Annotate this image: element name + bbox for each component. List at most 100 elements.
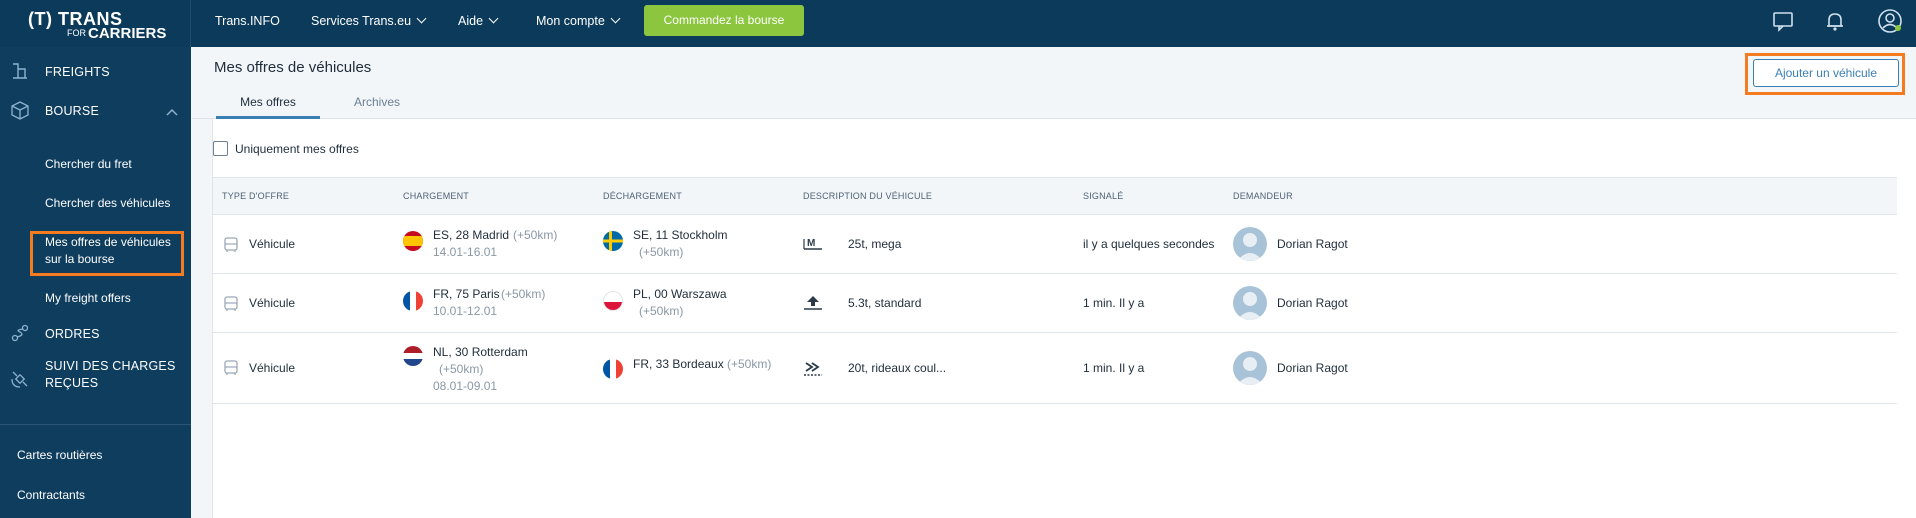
page-title: Mes offres de véhicules <box>214 59 372 76</box>
flag-pl-icon <box>603 291 623 311</box>
vehicle-description: 20t, rideaux coul... <box>848 361 947 375</box>
box-icon <box>11 101 29 120</box>
column-header[interactable]: CHARGEMENT <box>403 191 469 201</box>
sidebar-label: ORDRES <box>45 327 100 341</box>
unload-radius: (+50km) <box>639 304 684 318</box>
logo[interactable]: (T) TRANS FOR CARRIERS <box>0 0 191 47</box>
sidebar-label: REÇUES <box>45 376 99 390</box>
page-header: Mes offres de véhicules Mes offres Archi… <box>192 47 1916 119</box>
bus-icon <box>224 360 238 375</box>
load-radius: (+50km) <box>513 228 558 242</box>
nav-label: Trans.INFO <box>215 14 280 28</box>
sidebar-item-road-maps[interactable]: Cartes routières <box>17 448 102 462</box>
load-date: 14.01-16.01 <box>433 245 498 259</box>
sidebar-item-tracking[interactable]: SUIVI DES CHARGES REÇUES <box>0 357 191 397</box>
offer-type: Véhicule <box>249 296 296 310</box>
sidebar-item-search-vehicles[interactable]: Chercher des véhicules <box>45 196 170 210</box>
column-header[interactable]: DÉCHARGEMENT <box>603 191 682 201</box>
chevron-down-icon <box>416 13 427 24</box>
bus-icon <box>224 296 238 311</box>
sidebar-label: BOURSE <box>45 104 99 118</box>
bell-icon[interactable] <box>1822 8 1848 34</box>
sidebar-item-my-vehicle-offers[interactable]: Mes offres de véhicules <box>45 235 171 249</box>
unload-place: FR, 33 Bordeaux <box>633 357 724 371</box>
reported-time: 1 min. Il y a <box>1083 296 1145 310</box>
reported-time: il y a quelques secondes <box>1083 237 1215 251</box>
add-vehicle-button[interactable]: Ajouter un véhicule <box>1753 59 1899 87</box>
avatar[interactable] <box>1233 351 1267 385</box>
requester-name[interactable]: Dorian Ragot <box>1277 361 1348 375</box>
nav-mon-compte[interactable]: Mon compte <box>536 0 621 47</box>
sidebar-divider <box>0 424 191 425</box>
only-mine-checkbox[interactable] <box>213 141 228 156</box>
mega-icon: M <box>803 238 822 250</box>
sidebar-item-freights[interactable]: FREIGHTS <box>0 55 191 87</box>
load-date: 08.01-09.01 <box>433 379 498 393</box>
column-header[interactable]: DESCRIPTION DU VÉHICULE <box>803 191 932 201</box>
sidebar-item-bourse[interactable]: BOURSE <box>0 94 191 126</box>
sidebar-item-my-vehicle-offers-line2[interactable]: sur la bourse <box>45 252 114 266</box>
table-row[interactable]: Véhicule NL, 30 Rotterdam (+50km) 08.01-… <box>213 333 1897 404</box>
svg-text:M: M <box>807 238 815 249</box>
tab-my-offers[interactable]: Mes offres <box>216 95 320 119</box>
load-place: FR, 75 Paris <box>433 287 500 301</box>
avatar[interactable] <box>1233 286 1267 320</box>
flag-nl-icon <box>403 346 423 366</box>
chevron-down-icon <box>610 13 621 24</box>
standard-icon <box>804 296 822 310</box>
table-row[interactable]: Véhicule FR, 75 Paris (+50km) 10.01-12.0… <box>213 274 1897 333</box>
order-exchange-button[interactable]: Commandez la bourse <box>644 5 804 36</box>
unload-radius: (+50km) <box>727 357 772 371</box>
load-place: NL, 30 Rotterdam <box>433 345 528 359</box>
sidebar-item-ordres[interactable]: ORDRES <box>0 317 191 349</box>
satellite-icon <box>11 371 28 388</box>
nav-services[interactable]: Services Trans.eu <box>311 0 427 47</box>
main-content: Mes offres de véhicules Mes offres Archi… <box>192 47 1916 518</box>
column-header[interactable]: SIGNALÉ <box>1083 191 1123 201</box>
load-radius: (+50km) <box>501 287 546 301</box>
offers-panel: Uniquement mes offres TYPE D'OFFRE CHARG… <box>212 119 1916 518</box>
freight-icon <box>13 63 27 79</box>
flag-fr-icon <box>603 359 623 379</box>
logo-line3: CARRIERS <box>88 25 167 42</box>
only-mine-label: Uniquement mes offres <box>235 142 359 156</box>
load-place: ES, 28 Madrid <box>433 228 510 242</box>
nav-label: Mon compte <box>536 14 605 28</box>
column-header[interactable]: TYPE D'OFFRE <box>222 191 289 201</box>
requester-name[interactable]: Dorian Ragot <box>1277 296 1348 310</box>
flag-fr-icon <box>403 291 423 311</box>
route-icon <box>11 324 29 342</box>
flag-se-icon <box>603 231 623 251</box>
vehicle-description: 25t, mega <box>848 237 902 251</box>
logo-line2: FOR <box>67 28 86 38</box>
chevron-down-icon <box>488 13 499 24</box>
offer-type: Véhicule <box>249 361 296 375</box>
avatar[interactable] <box>1233 227 1267 261</box>
offer-type: Véhicule <box>249 237 296 251</box>
requester-name[interactable]: Dorian Ragot <box>1277 237 1348 251</box>
nav-aide[interactable]: Aide <box>458 0 499 47</box>
sidebar-item-my-freight-offers[interactable]: My freight offers <box>45 291 131 305</box>
unload-place: SE, 11 Stockholm <box>633 228 728 242</box>
tab-archives[interactable]: Archives <box>354 95 400 109</box>
chat-icon[interactable] <box>1770 8 1796 34</box>
vehicle-description: 5.3t, standard <box>848 296 922 310</box>
table-row[interactable]: Véhicule ES, 28 Madrid (+50km) 14.01-16.… <box>213 215 1897 274</box>
bus-icon <box>224 237 238 252</box>
flag-es-icon <box>403 231 423 251</box>
sidebar-label: FREIGHTS <box>45 65 110 79</box>
column-header[interactable]: DEMANDEUR <box>1233 191 1293 201</box>
chevron-up-icon <box>166 108 178 116</box>
sidebar-label: SUIVI DES CHARGES <box>45 359 176 373</box>
top-bar: (T) TRANS FOR CARRIERS Trans.INFO Servic… <box>0 0 1916 47</box>
nav-trans-info[interactable]: Trans.INFO <box>215 0 280 47</box>
sidebar: FREIGHTS BOURSE Chercher du fret Cherche… <box>0 47 191 518</box>
reported-time: 1 min. Il y a <box>1083 361 1145 375</box>
load-date: 10.01-12.01 <box>433 304 498 318</box>
user-icon[interactable] <box>1877 8 1903 34</box>
nav-label: Aide <box>458 14 484 28</box>
sidebar-item-search-freight[interactable]: Chercher du fret <box>45 157 132 171</box>
unload-radius: (+50km) <box>639 245 684 259</box>
sidebar-item-contractors[interactable]: Contractants <box>17 488 85 502</box>
nav-label: Services Trans.eu <box>311 14 412 28</box>
